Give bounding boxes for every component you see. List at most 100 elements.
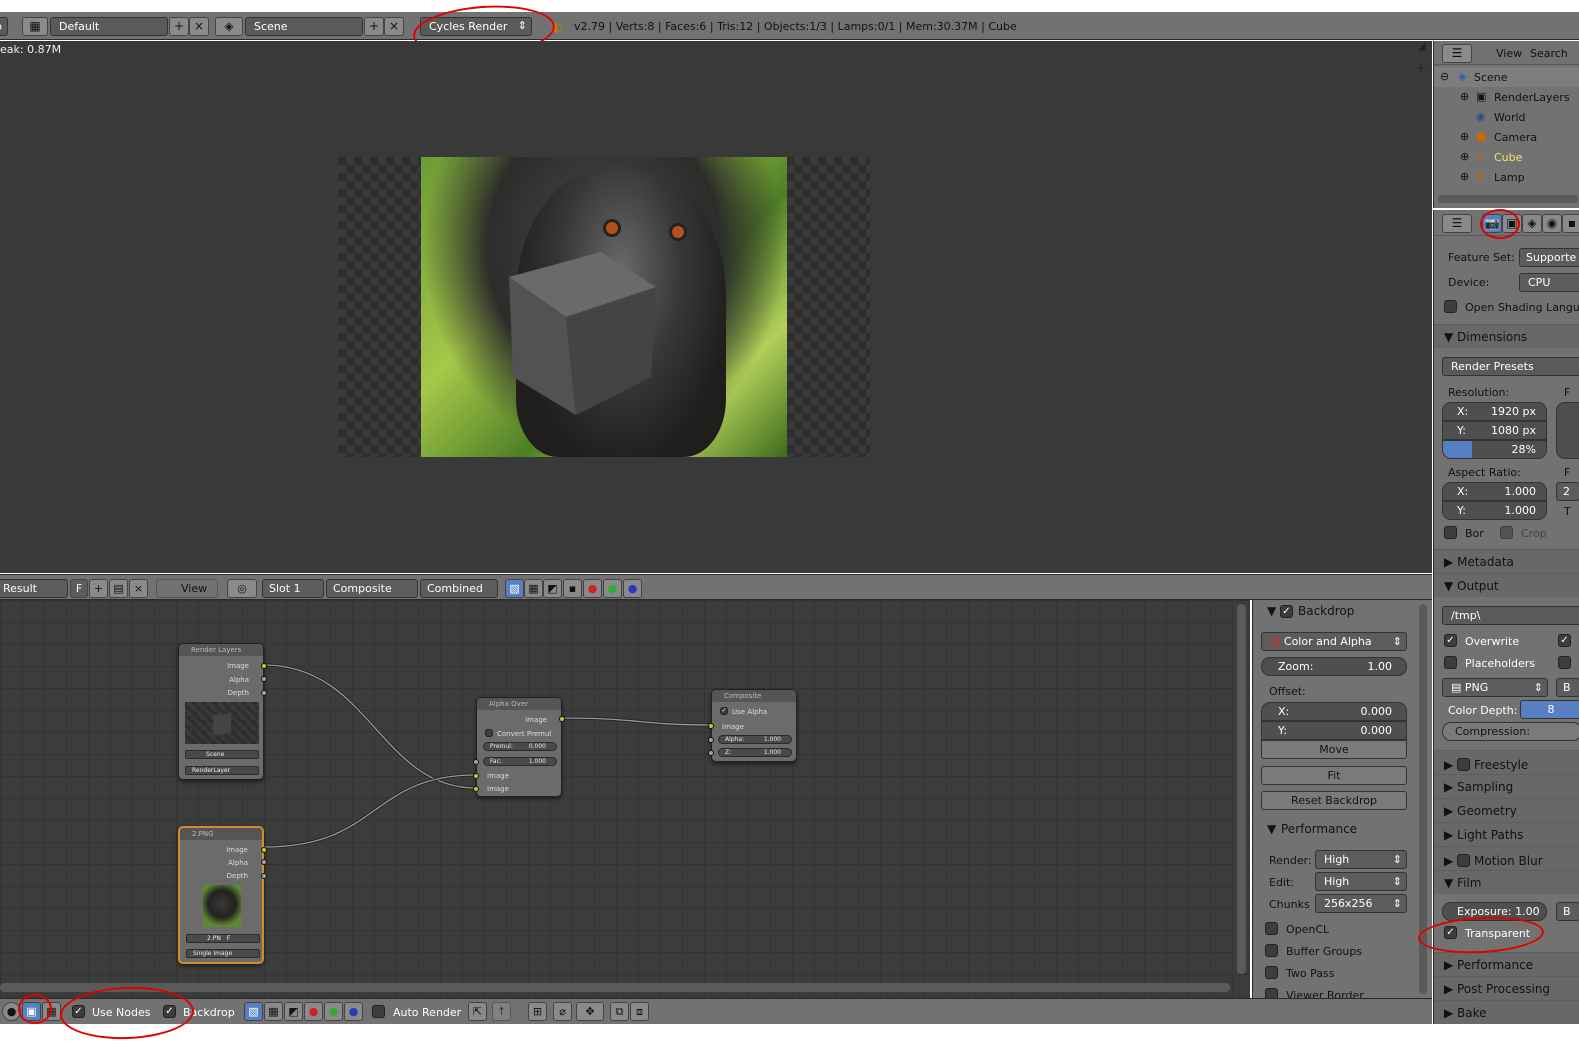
backdrop-panel-checkbox[interactable]: ✓ <box>1280 605 1293 618</box>
offset-x-field[interactable]: X: 0.000 <box>1261 702 1407 721</box>
snap-toggle-icon[interactable]: ⌀ <box>553 1002 572 1021</box>
motion-blur-checkbox[interactable] <box>1457 854 1471 867</box>
frame-range-fields-cut[interactable] <box>1556 402 1579 459</box>
red-channel-icon[interactable]: ● <box>583 579 602 598</box>
freestyle-checkbox[interactable] <box>1457 758 1471 771</box>
expand-icon[interactable]: ⊕ <box>1460 150 1469 163</box>
collapse-arrow-icon[interactable]: ▼ <box>1267 604 1276 618</box>
collapse-arrow-icon[interactable]: ▼ <box>1267 822 1276 836</box>
image-datablock[interactable]: 2.PN F <box>186 934 260 943</box>
use-alpha-checkbox[interactable]: ✓ <box>720 707 728 715</box>
properties-editor-type-icon[interactable]: ☰ <box>1442 214 1472 233</box>
parent-node-tree-icon[interactable]: ⇱ <box>468 1002 487 1021</box>
overwrite-checkbox[interactable]: ✓ <box>1444 634 1457 647</box>
outliner-view-menu[interactable]: View <box>1496 47 1522 60</box>
new-image-icon[interactable]: + <box>89 579 108 598</box>
compositor-node-editor[interactable]: Render Layers Image Alpha Depth Scene Re… <box>0 600 1250 998</box>
paste-nodes-icon[interactable]: ⧈ <box>630 1002 649 1021</box>
add-layout-icon[interactable]: + <box>169 17 189 36</box>
snap-element-icon[interactable]: ✥ <box>576 1002 604 1021</box>
go-up-icon[interactable]: ↑ <box>492 1002 511 1021</box>
geometry-panel-header[interactable]: ▶ Geometry <box>1434 798 1579 822</box>
premul-field[interactable]: Premul: 0.000 <box>483 742 557 751</box>
green-channel-icon[interactable]: ● <box>603 579 622 598</box>
metadata-panel-header[interactable]: ▶ Metadata <box>1434 549 1579 573</box>
backdrop-green-icon[interactable]: ● <box>324 1002 343 1021</box>
aspect-y-field[interactable]: Y: 1.000 <box>1442 501 1547 520</box>
frame-rate-dropdown-cut[interactable]: 2 <box>1556 482 1579 501</box>
film-panel-header[interactable]: ▼ Film <box>1434 870 1579 894</box>
alpha-output-socket[interactable] <box>261 859 267 865</box>
aspect-x-field[interactable]: X: 1.000 <box>1442 482 1547 501</box>
fac-field[interactable]: Fac: 1.000 <box>483 757 557 766</box>
zoom-field[interactable]: Zoom: 1.00 <box>1261 657 1407 676</box>
device-dropdown[interactable]: CPU <box>1519 273 1579 292</box>
object-tab-icon[interactable]: ▪ <box>1562 214 1579 233</box>
outliner-row-lamp[interactable]: ⊕ ♀ Lamp <box>1434 167 1579 187</box>
outliner-row-renderlayers[interactable]: ⊕ ▣ RenderLayers <box>1434 87 1579 107</box>
image-source-dropdown[interactable]: Single Image <box>186 949 260 958</box>
dimensions-panel-header[interactable]: ▼ Dimensions <box>1434 324 1579 348</box>
resolution-percentage-slider[interactable]: 28% <box>1442 440 1547 459</box>
color-depth-button[interactable]: 8 <box>1520 700 1579 719</box>
fake-user-button[interactable]: F <box>70 579 88 598</box>
outliner-search-menu[interactable]: Search <box>1530 47 1568 60</box>
image-output-socket[interactable] <box>261 663 267 669</box>
copy-nodes-icon[interactable]: ⧉ <box>610 1002 629 1021</box>
screen-layout-field[interactable]: Default <box>50 17 168 36</box>
outliner-row-scene[interactable]: ⊖ ◈ Scene <box>1434 67 1579 87</box>
resolution-y-field[interactable]: Y: 1080 px <box>1442 421 1547 440</box>
properties-toggle-icon[interactable]: + <box>1416 61 1426 75</box>
backdrop-blue-icon[interactable]: ● <box>344 1002 363 1021</box>
image-node-2png[interactable]: 2.PNG Image Alpha Depth 2.PN F Single Ima… <box>178 826 267 964</box>
alpha-field[interactable]: Alpha: 1.000 <box>718 735 792 744</box>
sampling-panel-header[interactable]: ▶ Sampling <box>1434 774 1579 798</box>
alpha-checker-icon[interactable]: ▦ <box>524 579 543 598</box>
output-path-field[interactable]: /tmp\ <box>1442 606 1579 625</box>
file-format-dropdown[interactable]: ▤ PNG ⇕ <box>1442 678 1548 697</box>
compression-slider[interactable]: Compression: <box>1442 722 1579 741</box>
backdrop-alpha-icon[interactable]: ▦ <box>264 1002 283 1021</box>
backdrop-color-alpha-icon[interactable]: ▧ <box>244 1002 263 1021</box>
render-layers-node[interactable]: Render Layers Image Alpha Depth Scene Re… <box>178 643 267 780</box>
image-output-socket[interactable] <box>261 847 267 853</box>
render-quality-dropdown[interactable]: High ⇕ <box>1315 850 1407 869</box>
expand-icon[interactable]: ⊕ <box>1460 130 1469 143</box>
image-input-socket-2[interactable] <box>473 786 479 792</box>
light-paths-panel-header[interactable]: ▶ Light Paths <box>1434 822 1579 846</box>
color-alpha-icon[interactable]: ▧ <box>505 579 524 598</box>
world-tab-icon[interactable]: ◉ <box>1542 214 1562 233</box>
color-mode-button-cut[interactable]: B <box>1556 678 1579 697</box>
render-result-viewport[interactable]: eak: 0.87M ◢ + <box>0 41 1432 573</box>
layer-selector[interactable]: RenderLayer <box>185 766 259 775</box>
pass-dropdown[interactable]: Combined <box>420 579 498 598</box>
add-scene-icon[interactable]: + <box>364 17 384 36</box>
depth-output-socket[interactable] <box>261 873 267 879</box>
placeholders-checkbox[interactable] <box>1444 656 1457 669</box>
offset-y-field[interactable]: Y: 0.000 <box>1261 721 1407 740</box>
scene-selector[interactable]: Scene <box>185 750 259 759</box>
fac-input-socket[interactable] <box>473 759 479 765</box>
backdrop-red-icon[interactable]: ● <box>304 1002 323 1021</box>
display-mode-icon[interactable]: ◎ <box>227 579 257 598</box>
scene-icon[interactable]: ◈ <box>215 17 243 36</box>
blue-channel-icon[interactable]: ● <box>623 579 642 598</box>
z-buffer-icon[interactable]: ◩ <box>543 579 562 598</box>
outliner-row-camera[interactable]: ⊕ ■ Camera <box>1434 127 1579 147</box>
move-button[interactable]: Move <box>1261 740 1407 759</box>
render-presets-dropdown[interactable]: Render Presets <box>1442 357 1579 376</box>
node-tree-icon[interactable]: ⊞ <box>528 1002 547 1021</box>
image-fake-user[interactable]: F <box>221 935 230 942</box>
backdrop-z-icon[interactable]: ◩ <box>284 1002 303 1021</box>
open-image-icon[interactable]: ▤ <box>109 579 128 598</box>
reset-backdrop-button[interactable]: Reset Backdrop <box>1261 791 1407 810</box>
buffer-groups-checkbox[interactable] <box>1265 944 1278 957</box>
post-processing-panel-header[interactable]: ▶ Post Processing <box>1434 976 1579 1000</box>
slot-dropdown[interactable]: Slot 1 <box>262 579 324 598</box>
composite-node[interactable]: Composite ✓ Use Alpha Image Alpha: 1.000 … <box>708 689 797 762</box>
two-pass-checkbox[interactable] <box>1265 966 1278 979</box>
cache-result-checkbox-cut[interactable] <box>1558 656 1571 669</box>
chunks-dropdown[interactable]: 256x256 ⇕ <box>1315 894 1407 913</box>
bake-panel-header[interactable]: ▶ Bake <box>1434 1000 1579 1024</box>
file-extensions-checkbox-cut[interactable]: ✓ <box>1558 634 1571 647</box>
